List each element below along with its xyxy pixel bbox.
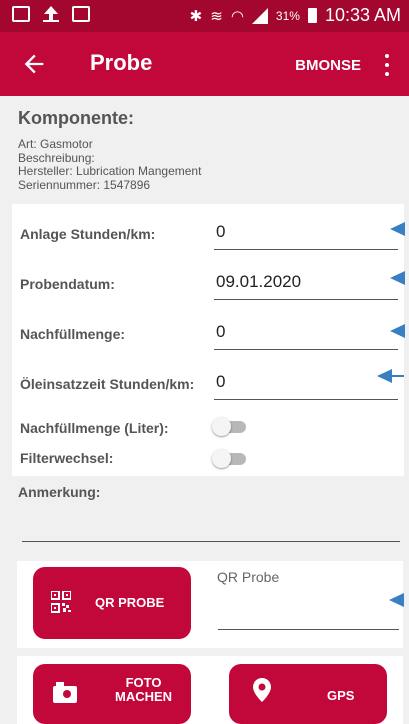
bluetooth-icon: ✱ <box>189 7 203 25</box>
nachfuell-liter-label: Nachfüllmenge (Liter): <box>20 420 169 436</box>
foto-button-label: FOTO MACHEN <box>115 676 172 704</box>
filterwechsel-label: Filterwechsel: <box>20 450 114 466</box>
anlage-input[interactable]: 0 <box>214 216 398 250</box>
status-left-icons <box>12 6 90 22</box>
qr-probe-button[interactable]: QR PROBE <box>33 567 191 639</box>
sample-form: Anlage Stunden/km: 0 Probendatum: 09.01.… <box>12 204 405 476</box>
component-heading: Komponente: <box>18 108 134 128</box>
camera-icon <box>53 682 77 703</box>
nachfuell-liter-toggle[interactable] <box>212 417 248 436</box>
back-arrow-icon[interactable] <box>20 50 48 78</box>
foto-label-line1: FOTO <box>125 675 162 690</box>
image-icon <box>72 6 90 22</box>
nachfuell-label: Nachfüllmenge: <box>20 326 126 342</box>
vibrate-icon: ≋ <box>210 7 223 25</box>
actions-section: FOTO MACHEN GPS <box>17 656 403 724</box>
nachfuell-input[interactable]: 0 <box>214 316 398 350</box>
location-pin-icon <box>253 678 271 702</box>
qr-section: QR PROBE QR Probe <box>17 561 404 648</box>
page-title: Probe <box>90 50 153 75</box>
qr-probe-button-label: QR PROBE <box>95 595 165 610</box>
note-input[interactable] <box>22 541 400 542</box>
battery-percent: 31% <box>275 8 300 23</box>
probendatum-label: Probendatum: <box>20 276 115 292</box>
annotation-arrow-icon <box>390 271 405 285</box>
probendatum-input[interactable]: 09.01.2020 <box>214 266 398 300</box>
wifi-icon: ◠ <box>230 7 244 25</box>
more-vert-icon[interactable] <box>385 54 391 76</box>
note-label: Anmerkung: <box>18 484 101 500</box>
status-right-icons: ✱ ≋ ◠ 31% 10:33 AM <box>190 5 401 26</box>
gps-button-label: GPS <box>327 688 355 703</box>
foto-label-line2: MACHEN <box>115 689 173 704</box>
app-bar: Probe BMONSE <box>0 32 409 96</box>
gps-button[interactable]: GPS <box>229 664 387 724</box>
annotation-arrow-icon <box>390 324 405 338</box>
component-hersteller: Hersteller: Lubrication Mangement <box>18 164 202 178</box>
component-info: Art: Gasmotor Beschreibung: Hersteller: … <box>18 137 202 192</box>
annotation-arrow-line <box>390 375 404 377</box>
component-art: Art: Gasmotor <box>18 137 93 151</box>
annotation-arrow-icon <box>389 593 404 607</box>
upload-icon <box>42 6 60 22</box>
filterwechsel-toggle[interactable] <box>212 449 248 468</box>
component-beschreibung: Beschreibung: <box>18 150 95 165</box>
qr-probe-field-label: QR Probe <box>217 569 280 585</box>
foto-machen-button[interactable]: FOTO MACHEN <box>33 664 191 724</box>
signal-icon <box>251 7 268 24</box>
message-icon <box>12 6 30 22</box>
clock: 10:33 AM <box>324 5 401 25</box>
battery-icon <box>307 8 317 23</box>
qr-probe-input[interactable] <box>218 629 399 630</box>
status-bar: ✱ ≋ ◠ 31% 10:33 AM <box>0 0 409 32</box>
oeleinsatz-label: Öleinsatzzeit Stunden/km: <box>20 376 195 392</box>
oeleinsatz-input[interactable]: 0 <box>214 366 398 400</box>
annotation-arrow-icon <box>390 222 405 236</box>
qr-code-icon <box>51 591 71 613</box>
user-name-button[interactable]: BMONSE <box>295 57 361 74</box>
component-seriennummer: Seriennummer: 1547896 <box>18 177 151 192</box>
anlage-label: Anlage Stunden/km: <box>20 226 156 242</box>
